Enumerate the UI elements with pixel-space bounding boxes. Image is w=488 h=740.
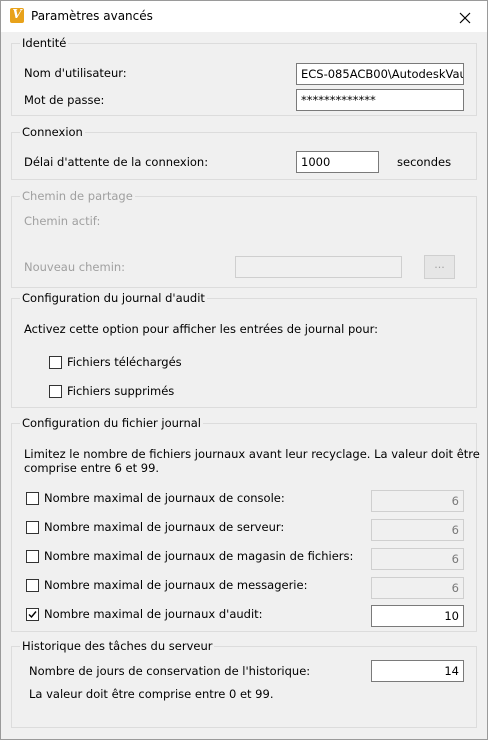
log-file-description-line2: comprise entre 6 et 99.: [24, 461, 160, 475]
audit-logs-field[interactable]: 10: [371, 605, 464, 627]
deleted-files-checkbox[interactable]: [49, 385, 62, 398]
filestore-logs-label: Nombre maximal de journaux de magasin de…: [44, 549, 354, 563]
advanced-settings-dialog: V Paramètres avancés Identité Nom d'util…: [0, 0, 488, 740]
timeout-label: Délai d'attente de la connexion:: [24, 155, 209, 169]
identity-group: Identité Nom d'utilisateur: ECS-085ACB00…: [11, 36, 477, 116]
timeout-field[interactable]: 1000: [296, 151, 379, 173]
log-file-config-group: Configuration du fichier journal Limitez…: [11, 416, 480, 632]
filestore-logs-checkbox[interactable]: [26, 550, 39, 563]
connection-group: Connexion Délai d'attente de la connexio…: [11, 125, 477, 180]
share-path-group: Chemin de partage Chemin actif: Nouveau …: [11, 189, 477, 288]
timeout-unit-label: secondes: [397, 155, 452, 169]
server-task-history-group: Historique des tâches du serveur Nombre …: [11, 639, 477, 728]
downloaded-files-label: Fichiers téléchargés: [67, 355, 182, 369]
filestore-logs-field[interactable]: 6: [371, 548, 464, 570]
history-range-note: La valeur doit être comprise entre 0 et …: [29, 687, 274, 701]
messaging-logs-field[interactable]: 6: [371, 577, 464, 599]
browse-path-button[interactable]: ...: [424, 255, 455, 279]
audit-logs-checkbox[interactable]: [26, 608, 39, 621]
checkmark-icon: [28, 611, 37, 619]
window-title: Paramètres avancés: [31, 9, 153, 23]
history-days-label: Nombre de jours de conservation de l'his…: [29, 664, 311, 678]
password-label: Mot de passe:: [24, 93, 105, 107]
audit-config-group: Configuration du journal d'audit Activez…: [11, 291, 477, 408]
history-days-field[interactable]: 14: [371, 660, 464, 682]
active-path-label: Chemin actif:: [24, 214, 101, 228]
close-button[interactable]: [443, 1, 487, 32]
messaging-logs-checkbox[interactable]: [26, 579, 39, 592]
history-legend: Historique des tâches du serveur: [20, 639, 215, 653]
server-logs-label: Nombre maximal de journaux de serveur:: [44, 520, 285, 534]
connection-legend: Connexion: [20, 125, 85, 139]
server-logs-field[interactable]: 6: [371, 519, 464, 541]
audit-logs-label: Nombre maximal de journaux d'audit:: [44, 607, 263, 621]
console-logs-label: Nombre maximal de journaux de console:: [44, 491, 285, 505]
username-label: Nom d'utilisateur:: [24, 66, 127, 80]
downloaded-files-checkbox[interactable]: [49, 356, 62, 369]
identity-legend: Identité: [20, 36, 69, 50]
username-field[interactable]: ECS-085ACB00\AutodeskVault: [296, 63, 464, 85]
new-path-label: Nouveau chemin:: [24, 260, 126, 274]
messaging-logs-label: Nombre maximal de journaux de messagerie…: [44, 578, 308, 592]
server-logs-checkbox[interactable]: [26, 521, 39, 534]
deleted-files-label: Fichiers supprimés: [67, 384, 175, 398]
close-icon: [459, 12, 471, 23]
title-bar: V Paramètres avancés: [1, 1, 487, 32]
console-logs-field[interactable]: 6: [371, 490, 464, 512]
log-file-config-legend: Configuration du fichier journal: [20, 416, 203, 430]
password-field[interactable]: *************: [296, 89, 464, 111]
new-path-field[interactable]: [235, 256, 402, 278]
vault-logo-icon: V: [10, 7, 24, 23]
share-path-legend: Chemin de partage: [20, 189, 135, 203]
audit-description: Activez cette option pour afficher les e…: [24, 322, 379, 336]
audit-config-legend: Configuration du journal d'audit: [20, 291, 207, 305]
log-file-description-line1: Limitez le nombre de fichiers journaux a…: [24, 447, 480, 461]
console-logs-checkbox[interactable]: [26, 492, 39, 505]
